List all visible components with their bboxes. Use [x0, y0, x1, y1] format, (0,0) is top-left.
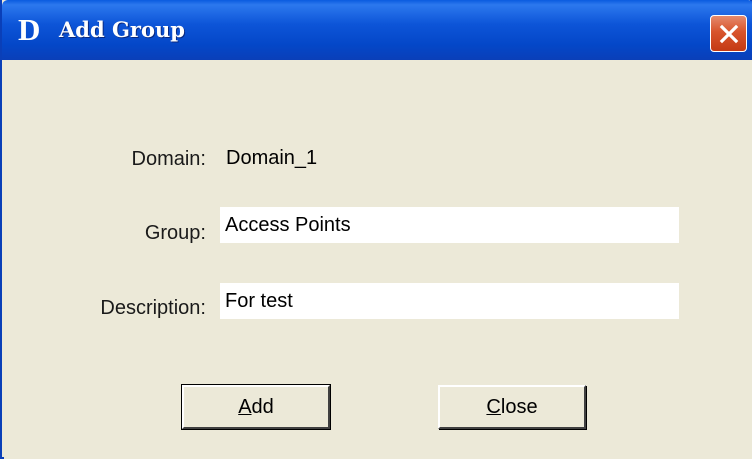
close-button[interactable]: Close	[438, 385, 586, 429]
domain-value: Domain_1	[226, 147, 318, 169]
add-group-dialog: D Add Group Domain: Domain_1 Group: Acce…	[0, 0, 752, 459]
group-label: Group:	[144, 222, 206, 244]
title-bar[interactable]: D Add Group	[2, 0, 752, 60]
add-button[interactable]: Add	[181, 384, 331, 430]
dlink-logo-icon: D	[18, 12, 41, 47]
close-window-button[interactable]	[710, 15, 747, 52]
domain-label: Domain:	[131, 148, 206, 170]
close-x-icon	[719, 24, 738, 43]
dialog-body: Domain: Domain_1 Group: Access Points De…	[4, 60, 752, 459]
description-label: Description:	[100, 297, 206, 319]
group-input[interactable]: Access Points	[220, 207, 679, 243]
add-button-label: dd	[251, 396, 274, 418]
close-button-label: lose	[500, 396, 538, 418]
window-title: Add Group	[59, 17, 185, 42]
add-button-mnemonic: A	[238, 396, 252, 418]
description-input[interactable]: For test	[220, 283, 679, 319]
close-button-mnemonic: C	[486, 396, 501, 418]
